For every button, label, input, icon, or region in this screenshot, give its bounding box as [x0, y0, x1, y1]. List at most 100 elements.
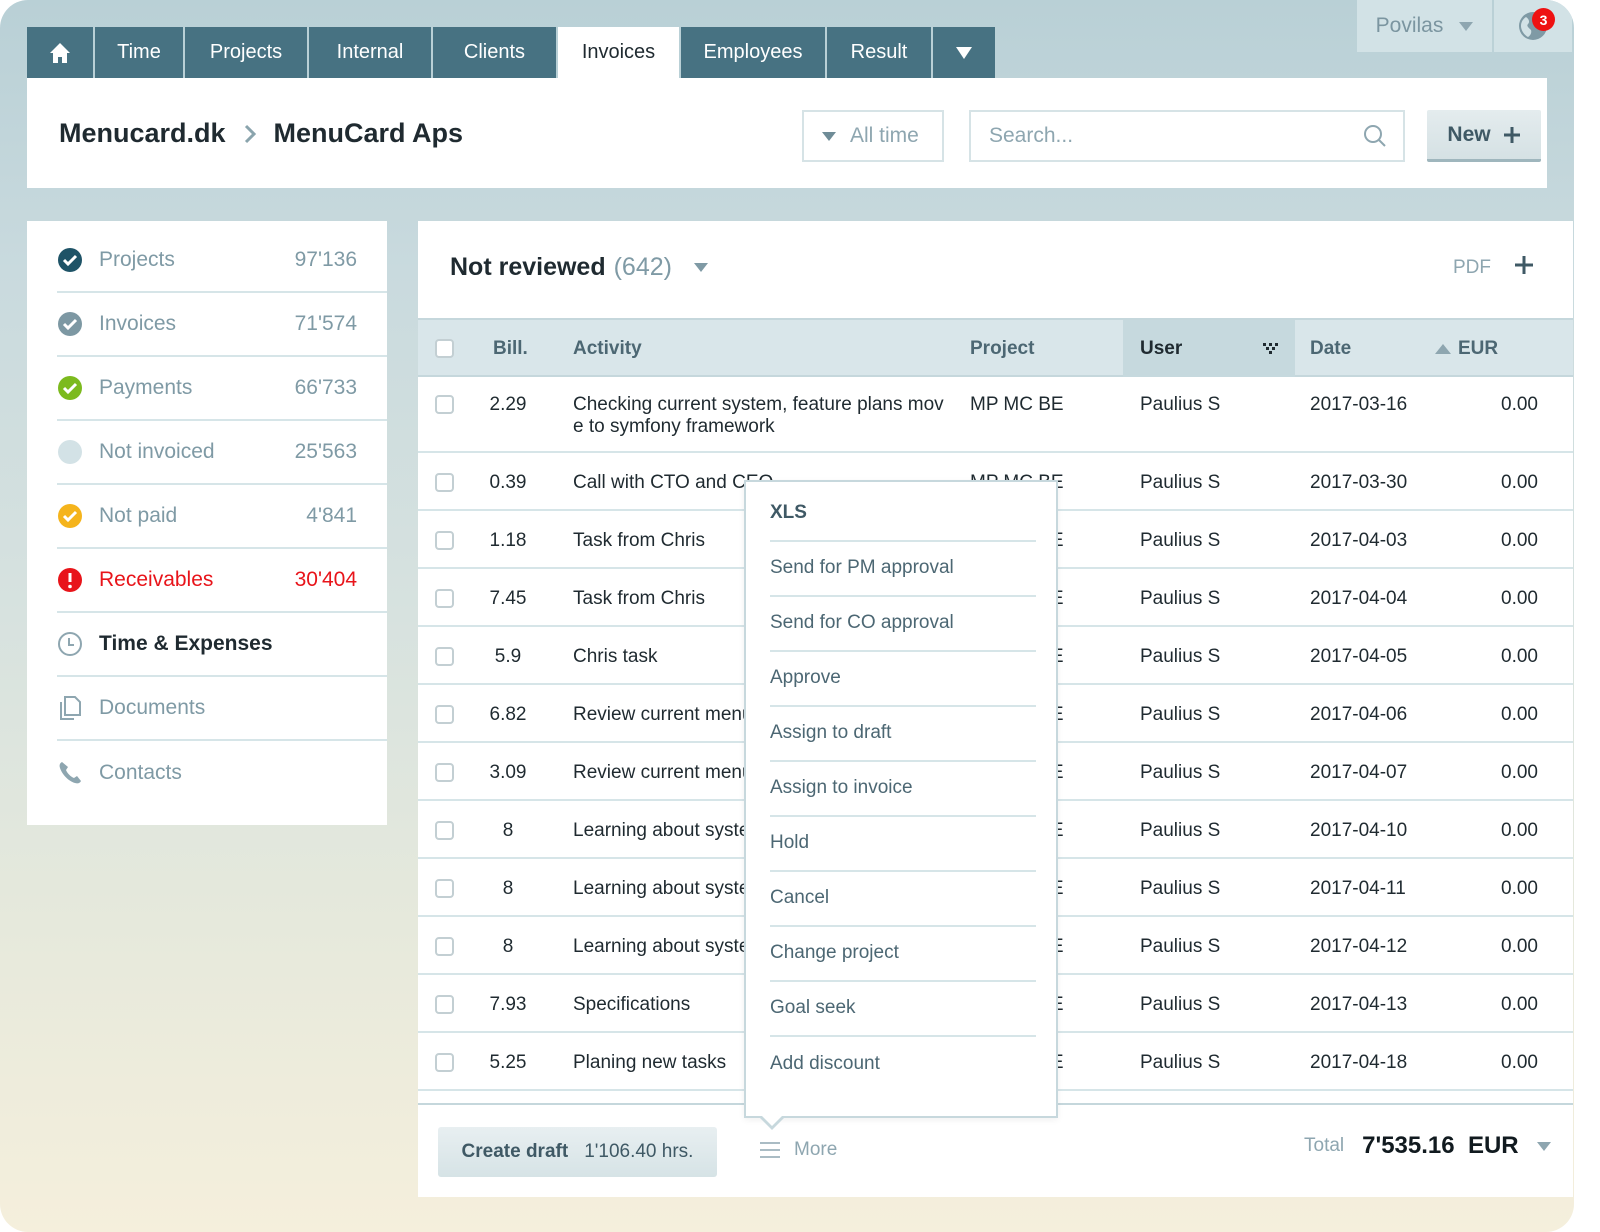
cell-eur: 0.00: [1501, 704, 1538, 725]
row-checkbox[interactable]: [435, 995, 454, 1014]
sidebar-item-invoices[interactable]: Invoices 71'574: [57, 293, 387, 357]
cell-date: 2017-04-03: [1310, 530, 1408, 551]
row-checkbox[interactable]: [435, 531, 454, 550]
breadcrumb-client[interactable]: Menucard.dk: [59, 118, 226, 149]
nav-tab-invoices[interactable]: Invoices: [558, 27, 681, 78]
sidebar: Projects 97'136 Invoices 71'574 Payments…: [27, 221, 387, 825]
caret-down-icon: [693, 263, 708, 272]
row-select-cell: [435, 647, 454, 666]
nav-home[interactable]: [27, 27, 95, 78]
sort-ascending-icon: [1435, 343, 1452, 354]
user-menu[interactable]: Povilas: [1357, 0, 1492, 52]
nav-tab-time[interactable]: Time: [95, 27, 185, 78]
notifications-button[interactable]: 3: [1494, 0, 1572, 52]
menu-item-change-project[interactable]: Change project: [770, 926, 1036, 982]
menu-icon: [760, 1142, 780, 1158]
sidebar-item-receivables[interactable]: Receivables 30'404: [57, 549, 387, 613]
row-checkbox[interactable]: [435, 589, 454, 608]
new-button[interactable]: New: [1427, 110, 1541, 162]
cell-date: 2017-04-18: [1310, 1052, 1408, 1073]
menu-item-approve[interactable]: Approve: [770, 651, 1036, 707]
nav-tab-clients[interactable]: Clients: [433, 27, 558, 78]
cell-date: 2017-04-07: [1310, 762, 1408, 783]
cell-bill: 8: [502, 878, 514, 899]
row-checkbox[interactable]: [435, 1053, 454, 1072]
column-header-activity[interactable]: Activity: [573, 320, 642, 377]
menu-item-assign-to-invoice[interactable]: Assign to invoice: [770, 761, 1036, 817]
cell-eur: 0.00: [1501, 646, 1538, 667]
row-checkbox[interactable]: [435, 705, 454, 724]
caret-down-icon: [956, 46, 972, 59]
nav-more-button[interactable]: [933, 27, 995, 78]
cell-date: 2017-04-11: [1310, 878, 1406, 899]
menu-item-send-for-co-approval[interactable]: Send for CO approval: [770, 596, 1036, 652]
column-header-project[interactable]: Project: [970, 320, 1034, 377]
menu-item-hold[interactable]: Hold: [770, 816, 1036, 872]
cell-user: Paulius S: [1140, 394, 1221, 415]
sidebar-item-not-paid[interactable]: Not paid 4'841: [57, 485, 387, 549]
column-header-bill[interactable]: Bill.: [493, 320, 528, 377]
row-select-cell: [435, 705, 454, 724]
add-plus-icon[interactable]: [1514, 255, 1534, 275]
breadcrumb-company: MenuCard Aps: [273, 118, 464, 148]
pdf-export-link[interactable]: PDF: [1453, 257, 1491, 279]
search-icon[interactable]: [1363, 124, 1387, 148]
row-checkbox[interactable]: [435, 937, 454, 956]
menu-item-xls[interactable]: XLS: [770, 486, 1036, 542]
clock-icon: [57, 631, 83, 657]
nav-tab-employees[interactable]: Employees: [681, 27, 827, 78]
cell-date: 2017-04-05: [1310, 646, 1408, 667]
cell-user: Paulius S: [1140, 704, 1221, 725]
create-draft-button[interactable]: Create draft 1'106.40 hrs.: [438, 1127, 717, 1177]
sidebar-item-not-invoiced[interactable]: Not invoiced 25'563: [57, 421, 387, 485]
sidebar-item-documents[interactable]: Documents: [57, 677, 387, 741]
more-actions-button[interactable]: More: [760, 1139, 837, 1161]
cell-date: 2017-03-30: [1310, 472, 1408, 493]
view-count: (642): [613, 253, 672, 281]
check-circle-icon: [57, 311, 83, 337]
nav-tab-projects[interactable]: Projects: [185, 27, 309, 78]
filter-icon[interactable]: [1263, 343, 1279, 355]
row-select-cell: [435, 937, 454, 956]
period-filter[interactable]: All time: [802, 110, 944, 162]
column-header-date[interactable]: Date: [1310, 320, 1452, 377]
select-all-checkbox[interactable]: [435, 339, 454, 358]
row-checkbox[interactable]: [435, 821, 454, 840]
chevron-right-icon: [244, 124, 256, 143]
table-row[interactable]: 2.29 Checking current system, feature pla…: [418, 377, 1573, 453]
sidebar-item-contacts[interactable]: Contacts: [57, 741, 387, 805]
menu-item-cancel[interactable]: Cancel: [770, 871, 1036, 927]
phone-icon: [57, 760, 83, 786]
search-input[interactable]: [989, 124, 1349, 148]
cell-user: Paulius S: [1140, 820, 1221, 841]
row-select-cell: [435, 821, 454, 840]
row-checkbox[interactable]: [435, 647, 454, 666]
cell-bill: 3.09: [489, 762, 527, 783]
column-header-eur[interactable]: EUR: [1458, 320, 1498, 377]
row-checkbox[interactable]: [435, 395, 454, 414]
search-box: [969, 110, 1405, 162]
cell-user: Paulius S: [1140, 646, 1221, 667]
menu-item-send-for-pm-approval[interactable]: Send for PM approval: [770, 541, 1036, 597]
nav-tab-internal[interactable]: Internal: [309, 27, 433, 78]
row-select-cell: [435, 879, 454, 898]
column-header-user[interactable]: User: [1123, 320, 1295, 377]
cell-eur: 0.00: [1501, 472, 1538, 493]
cell-date: 2017-04-06: [1310, 704, 1408, 725]
menu-item-add-discount[interactable]: Add discount: [770, 1036, 1036, 1092]
cell-user: Paulius S: [1140, 878, 1221, 899]
cell-date: 2017-04-04: [1310, 588, 1408, 609]
menu-item-assign-to-draft[interactable]: Assign to draft: [770, 706, 1036, 762]
row-checkbox[interactable]: [435, 879, 454, 898]
sidebar-item-projects[interactable]: Projects 97'136: [57, 229, 387, 293]
menu-item-goal-seek[interactable]: Goal seek: [770, 981, 1036, 1037]
row-checkbox[interactable]: [435, 763, 454, 782]
caret-down-icon[interactable]: [1536, 1141, 1551, 1151]
sidebar-item-payments[interactable]: Payments 66'733: [57, 357, 387, 421]
view-selector[interactable]: Not reviewed (642): [450, 253, 708, 282]
sidebar-item-time-expenses[interactable]: Time & Expenses: [57, 613, 387, 677]
check-circle-icon: [57, 375, 83, 401]
cell-eur: 0.00: [1501, 530, 1538, 551]
row-checkbox[interactable]: [435, 473, 454, 492]
nav-tab-result[interactable]: Result: [827, 27, 933, 78]
